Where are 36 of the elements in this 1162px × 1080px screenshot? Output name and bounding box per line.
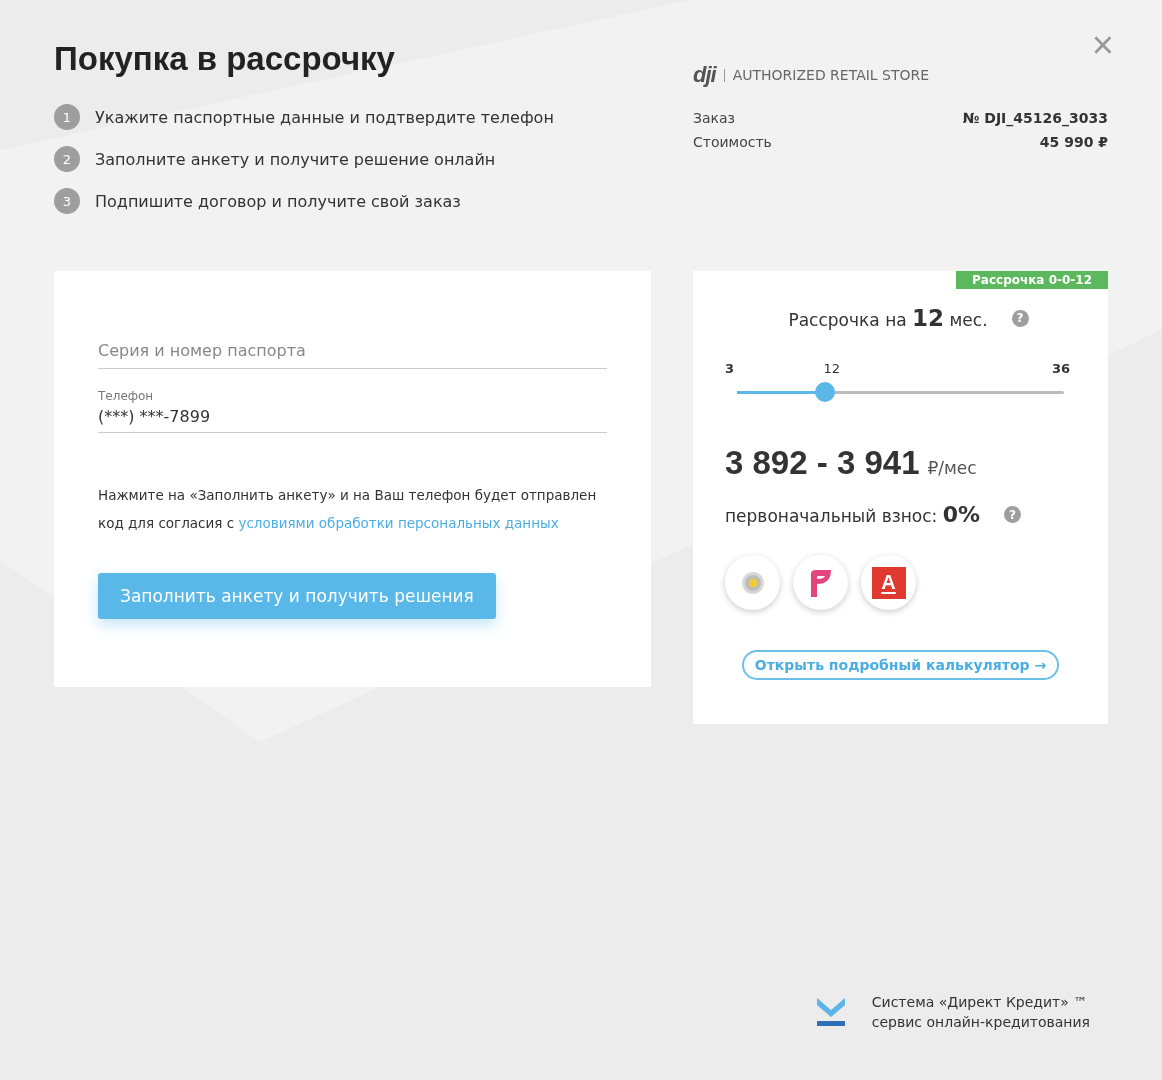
payment-amount: 3 892 - 3 941: [725, 444, 920, 482]
page-title: Покупка в рассрочку: [54, 40, 396, 78]
submit-button[interactable]: Заполнить анкету и получить решения: [98, 573, 496, 619]
slider-max: 36: [1051, 361, 1070, 376]
term-text: Рассрочка на 12 мес.: [788, 305, 988, 331]
bank-letter: А: [871, 566, 906, 599]
consent-text: Нажмите на «Заполнить анкету» и на Ваш телефон будет отправлен код для согласия с условиями обработки персональных данных: [98, 486, 598, 533]
slider-min: 3: [725, 361, 735, 376]
term-slider[interactable]: [737, 382, 1064, 402]
close-button[interactable]: ×: [1087, 26, 1118, 64]
help-icon[interactable]: ?: [1004, 506, 1022, 523]
order-value: 45 990 ₽: [1039, 134, 1108, 150]
calculator-button[interactable]: Открыть подробный калькулятор →: [741, 650, 1060, 680]
step-text: Укажите паспортные данные и подтвердите телефон: [95, 107, 554, 127]
order-label: Заказ: [693, 110, 736, 126]
store-name: AUTHORIZED RETAIL STORE: [732, 67, 930, 83]
promo-badge: Рассрочка 0-0-12: [956, 271, 1108, 289]
store-logo: dji: [693, 64, 716, 86]
bank-logo[interactable]: [793, 555, 848, 610]
field-label: Телефон: [98, 389, 154, 403]
step-text: Подпишите договор и получите свой заказ: [95, 191, 461, 211]
bank-logo[interactable]: А: [861, 555, 916, 610]
order-label: Стоимость: [693, 134, 772, 150]
footer-title: Система «Директ Кредит» ™: [871, 994, 1089, 1010]
bank-logo[interactable]: [725, 555, 780, 610]
slider-thumb[interactable]: [815, 382, 836, 402]
order-value: № DJI_45126_3033: [962, 110, 1108, 126]
consent-link[interactable]: условиями обработки персональных данных: [238, 515, 559, 531]
footer-subtitle: сервис онлайн-кредитования: [871, 1014, 1090, 1030]
step-text: Заполните анкету и получите решение онлайн: [95, 149, 496, 169]
help-icon[interactable]: ?: [1011, 309, 1029, 327]
payment-unit: ₽/мес: [927, 458, 977, 478]
down-payment: первоначальный взнос: 0%: [725, 502, 981, 527]
slider-value: 12: [823, 361, 841, 376]
step-number: 1: [54, 104, 80, 130]
chevron-icon: [815, 997, 846, 1027]
